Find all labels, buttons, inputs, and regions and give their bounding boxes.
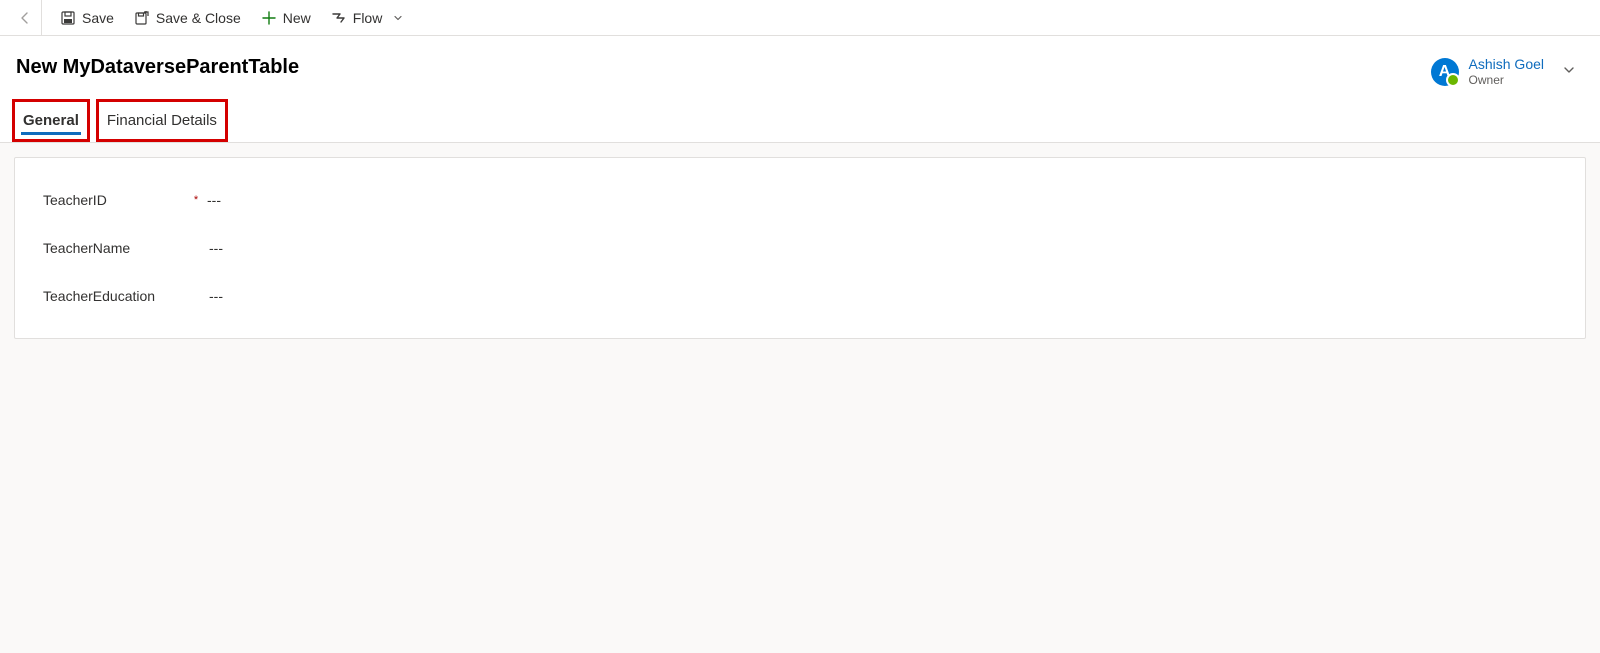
page-title: New MyDataverseParentTable <box>16 56 299 79</box>
required-star-icon: * <box>189 194 203 206</box>
field-teacher-name: TeacherName --- <box>43 224 1557 272</box>
owner-name: Ashish Goel <box>1469 56 1544 73</box>
save-close-label: Save & Close <box>156 10 241 26</box>
teacher-id-label: TeacherID <box>43 192 107 208</box>
tab-general-label: General <box>23 112 79 129</box>
new-label: New <box>283 10 311 26</box>
back-arrow-icon[interactable] <box>17 10 33 26</box>
flow-label: Flow <box>353 10 383 26</box>
save-close-button[interactable]: Save & Close <box>124 0 251 36</box>
field-teacher-education: TeacherEducation --- <box>43 272 1557 320</box>
owner-block[interactable]: A Ashish Goel Owner <box>1431 56 1584 87</box>
avatar-initial: A <box>1439 63 1451 81</box>
tab-financial-details[interactable]: Financial Details <box>96 99 228 142</box>
owner-role: Owner <box>1469 73 1544 87</box>
teacher-education-value[interactable]: --- <box>205 288 223 304</box>
content-area: TeacherID * --- TeacherName --- TeacherE… <box>0 143 1600 353</box>
field-label: TeacherName <box>43 240 191 256</box>
field-label: TeacherEducation <box>43 288 191 304</box>
save-button[interactable]: Save <box>50 0 124 36</box>
back-button-wrap <box>8 0 42 36</box>
field-teacher-id: TeacherID * --- <box>43 176 1557 224</box>
avatar: A <box>1431 58 1459 86</box>
plus-icon <box>261 10 277 26</box>
tab-general[interactable]: General <box>12 99 90 142</box>
tab-financial-label: Financial Details <box>107 112 217 129</box>
form-card: TeacherID * --- TeacherName --- TeacherE… <box>14 157 1586 339</box>
tabs: General Financial Details <box>0 91 1600 143</box>
teacher-name-label: TeacherName <box>43 240 130 256</box>
new-button[interactable]: New <box>251 0 321 36</box>
teacher-name-value[interactable]: --- <box>205 240 223 256</box>
empty-area <box>0 353 1600 653</box>
flow-button[interactable]: Flow <box>321 0 415 36</box>
chevron-down-icon <box>392 12 404 24</box>
owner-chevron-icon[interactable] <box>1554 63 1584 80</box>
flow-icon <box>331 10 347 26</box>
save-label: Save <box>82 10 114 26</box>
page-header: New MyDataverseParentTable A Ashish Goel… <box>0 36 1600 91</box>
teacher-education-label: TeacherEducation <box>43 288 155 304</box>
save-icon <box>60 10 76 26</box>
command-bar: Save Save & Close New Flow <box>0 0 1600 36</box>
save-close-icon <box>134 10 150 26</box>
owner-text: Ashish Goel Owner <box>1469 56 1544 87</box>
teacher-id-value[interactable]: --- <box>203 192 221 208</box>
field-label: TeacherID <box>43 192 191 208</box>
